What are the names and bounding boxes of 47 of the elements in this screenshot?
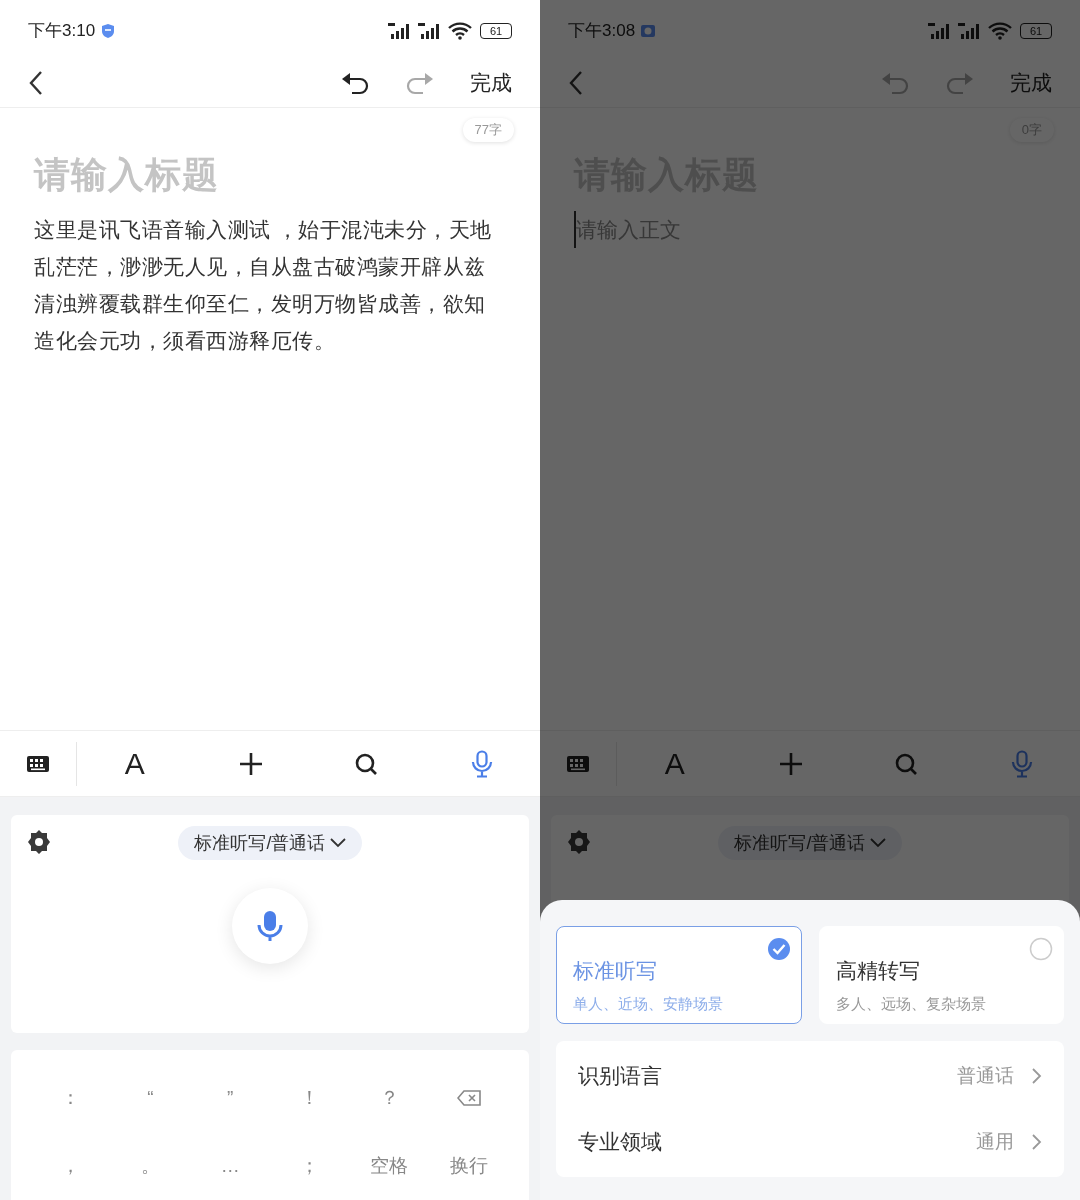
mode-option[interactable]: 标准听写 单人、近场、安静场景	[556, 926, 802, 1024]
back-icon[interactable]	[28, 69, 44, 96]
key[interactable]: 空格	[370, 1151, 409, 1181]
radio-icon	[1029, 937, 1053, 961]
key[interactable]: ；	[297, 1151, 322, 1181]
settings-row[interactable]: 专业领域 通用	[556, 1109, 1064, 1175]
backspace-icon[interactable]	[457, 1090, 482, 1106]
settings-icon[interactable]	[26, 829, 52, 855]
keyboard-icon[interactable]	[26, 754, 50, 773]
shield-icon	[100, 23, 117, 39]
chevron-down-icon	[869, 838, 886, 848]
key[interactable]: “	[138, 1083, 163, 1113]
done-button[interactable]: 完成	[1010, 66, 1052, 99]
mode-dropdown[interactable]: 标准听写/普通话	[718, 826, 902, 860]
settings-row[interactable]: 识别语言 普通话	[556, 1043, 1064, 1109]
key[interactable]: ，	[58, 1151, 83, 1181]
key[interactable]: 换行	[450, 1151, 489, 1181]
key[interactable]: ？	[377, 1083, 402, 1113]
font-button[interactable]: A	[124, 748, 145, 779]
add-icon[interactable]	[237, 750, 264, 777]
chevron-down-icon	[329, 838, 346, 848]
microphone-icon	[257, 910, 283, 942]
wifi-icon	[988, 22, 1012, 40]
mode-dropdown[interactable]: 标准听写/普通话	[178, 826, 362, 860]
chevron-right-icon	[1032, 1134, 1042, 1150]
done-button[interactable]: 完成	[470, 66, 512, 99]
body-text: 这里是讯飞语音输入测试 ，始于混沌未分，天地乱茫茫，渺渺无人见，自从盘古破鸿蒙开辟从兹清浊辨覆载群生仰至仁，发明万物皆成善，欲知造化会元功，须看西游释厄传。	[34, 216, 493, 354]
check-icon	[766, 937, 791, 961]
mode-option[interactable]: 高精转写 多人、远场、复杂场景	[818, 926, 1064, 1024]
key[interactable]: …	[218, 1151, 243, 1181]
microphone-icon[interactable]	[471, 749, 494, 778]
status-time: 下午3:10	[28, 20, 96, 43]
font-button[interactable]: A	[664, 748, 685, 779]
key[interactable]: ！	[297, 1083, 322, 1113]
wifi-icon	[448, 22, 472, 40]
microphone-icon[interactable]	[1011, 749, 1034, 778]
notification-icon	[640, 23, 657, 39]
chevron-right-icon	[1032, 1068, 1042, 1084]
battery-indicator: 61	[480, 23, 512, 39]
word-count-badge: 77字	[462, 118, 514, 142]
key[interactable]: 。	[138, 1151, 163, 1181]
key[interactable]: ：	[58, 1083, 83, 1113]
status-time: 下午3:08	[568, 20, 636, 43]
search-icon[interactable]	[354, 751, 379, 776]
battery-indicator: 61	[1020, 23, 1052, 39]
undo-icon[interactable]	[340, 70, 370, 95]
key[interactable]: ”	[218, 1083, 243, 1113]
